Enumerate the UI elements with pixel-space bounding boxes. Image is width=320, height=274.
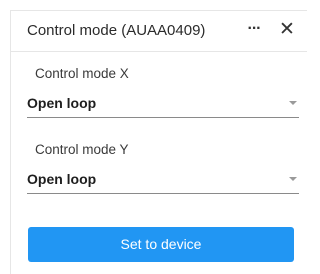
control-mode-x-label: Control mode X xyxy=(35,66,129,81)
close-icon: ✕ xyxy=(279,19,295,40)
panel-header: Control mode (AUAA0409) ··· ✕ xyxy=(11,11,307,52)
control-mode-y-label: Control mode Y xyxy=(35,142,129,157)
control-mode-y-value: Open loop xyxy=(27,171,97,187)
control-mode-x-value: Open loop xyxy=(27,95,97,111)
panel-title: Control mode (AUAA0409) xyxy=(27,22,206,39)
more-horizontal-icon: ··· xyxy=(247,20,262,37)
caret-down-icon xyxy=(289,177,297,181)
caret-down-icon xyxy=(289,101,297,105)
set-to-device-button[interactable]: Set to device xyxy=(28,227,294,262)
control-mode-panel: Control mode (AUAA0409) ··· ✕ Control mo… xyxy=(10,10,307,274)
control-mode-y-select[interactable]: Open loop xyxy=(27,167,299,194)
control-mode-x-select[interactable]: Open loop xyxy=(27,91,299,118)
close-button[interactable]: ✕ xyxy=(275,18,299,42)
more-options-button[interactable]: ··· xyxy=(242,18,266,42)
